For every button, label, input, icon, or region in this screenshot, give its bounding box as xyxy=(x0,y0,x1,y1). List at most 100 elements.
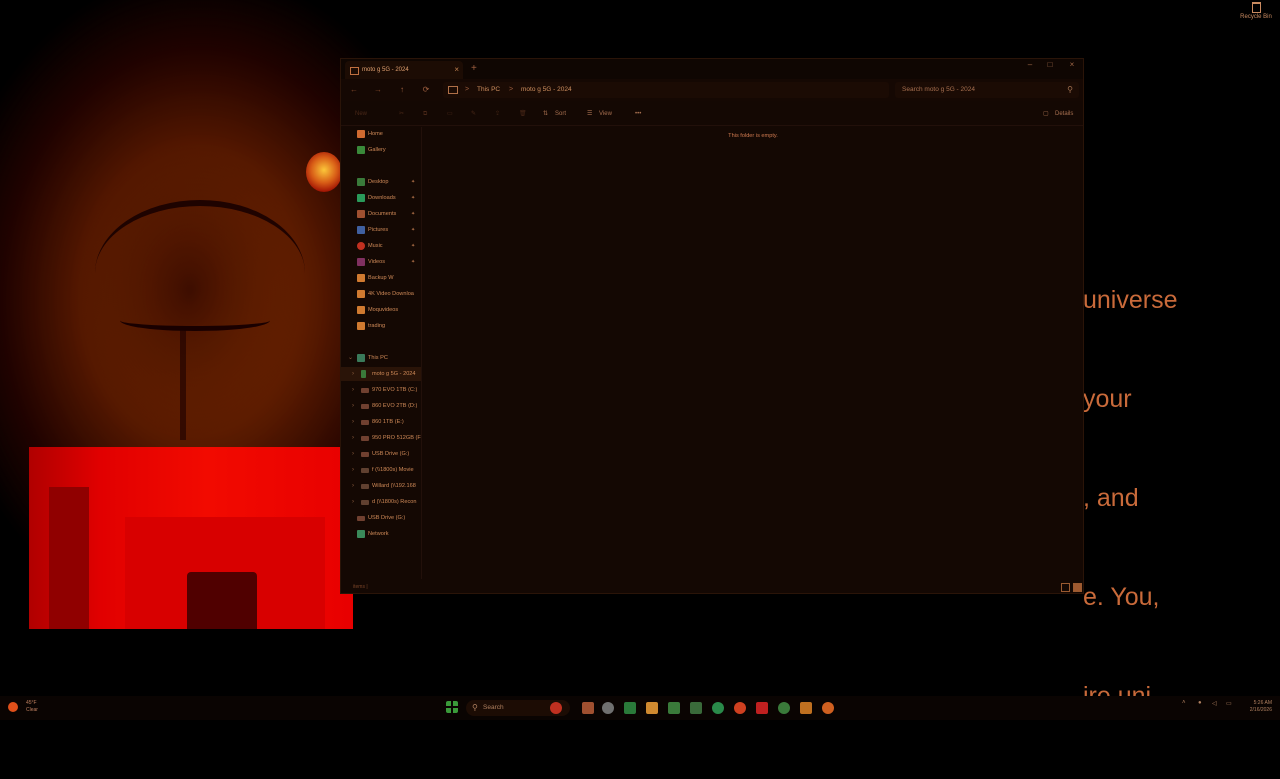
webcam-door xyxy=(49,487,89,629)
breadcrumb-this-pc[interactable]: This PC xyxy=(477,82,500,98)
app-icon[interactable] xyxy=(756,702,768,714)
maximize-button[interactable]: □ xyxy=(1039,59,1061,73)
sidebar-item-home[interactable]: Home xyxy=(341,127,421,141)
chevron-right-icon[interactable]: › xyxy=(352,447,354,461)
buddha-eye xyxy=(120,310,270,331)
view-button[interactable]: View xyxy=(599,103,612,125)
more-options-button[interactable]: ••• xyxy=(635,103,641,125)
tab-close-button[interactable]: × xyxy=(454,61,459,79)
app-icon[interactable] xyxy=(778,702,790,714)
sidebar-item-label: Desktop xyxy=(368,179,389,185)
tab-moto-g[interactable]: moto g 5G - 2024 × xyxy=(345,61,463,79)
chevron-right-icon[interactable]: › xyxy=(352,495,354,509)
sidebar-item-pictures[interactable]: Pictures ✦ xyxy=(341,223,421,237)
search-icon: ⚲ xyxy=(472,703,478,712)
cut-icon[interactable]: ✂ xyxy=(399,103,404,125)
app-icon[interactable] xyxy=(550,702,562,714)
chevron-right-icon[interactable]: › xyxy=(352,383,354,397)
sidebar-item-this-pc[interactable]: ⌄ This PC xyxy=(341,351,421,365)
sidebar-item-music[interactable]: Music ✦ xyxy=(341,239,421,253)
sort-button[interactable]: Sort xyxy=(555,103,566,125)
app-icon[interactable] xyxy=(822,702,834,714)
new-button[interactable]: New xyxy=(355,103,367,125)
details-icon: ▢ xyxy=(1043,111,1049,117)
sidebar-item-network-drive[interactable]: › f (\\1800s) Movie xyxy=(341,463,421,477)
chevron-right-icon[interactable]: › xyxy=(352,479,354,493)
app-icon[interactable] xyxy=(712,702,724,714)
share-icon[interactable]: ⇪ xyxy=(495,103,500,125)
breadcrumb[interactable]: > This PC > moto g 5G - 2024 xyxy=(443,82,889,98)
app-icon[interactable] xyxy=(582,702,594,714)
pin-icon: ✦ xyxy=(411,259,416,265)
app-icon[interactable] xyxy=(624,702,636,714)
gallery-icon xyxy=(357,146,365,154)
sidebar-item-moquvideos[interactable]: Moquvideos xyxy=(341,303,421,317)
chevron-right-icon[interactable]: › xyxy=(352,415,354,429)
sidebar-item-network-drive[interactable]: › d (\\1800s) Recon xyxy=(341,495,421,509)
new-tab-button[interactable]: + xyxy=(471,61,477,77)
details-button[interactable]: Details xyxy=(1055,103,1073,125)
paste-icon[interactable]: ▭ xyxy=(447,103,453,125)
file-list-area[interactable]: This folder is empty. xyxy=(422,127,1084,579)
sidebar-item-drive[interactable]: › 860 EVO 2TB (D:) xyxy=(341,399,421,413)
app-icon[interactable] xyxy=(690,702,702,714)
sidebar-item-usb-drive[interactable]: USB Drive (G:) xyxy=(341,511,421,525)
rename-icon[interactable]: ✎ xyxy=(471,103,476,125)
sidebar-item-label: USB Drive (G:) xyxy=(368,515,406,521)
file-explorer-icon[interactable] xyxy=(646,702,658,714)
sidebar-item-gallery[interactable]: Gallery xyxy=(341,143,421,157)
sidebar-item-label: 860 1TB (E:) xyxy=(372,419,404,425)
sidebar-item-label: 950 PRO 512GB (F xyxy=(372,435,421,441)
up-button[interactable]: ↑ xyxy=(395,83,409,97)
chevron-up-icon[interactable]: ˄ xyxy=(1182,700,1186,706)
sidebar-item-network-drive[interactable]: › Willard (\\192.168 xyxy=(341,479,421,493)
sidebar-item-documents[interactable]: Documents ✦ xyxy=(341,207,421,221)
speaker-icon[interactable]: ◁ xyxy=(1212,700,1217,707)
copy-icon[interactable]: ⧉ xyxy=(423,103,427,125)
minimize-button[interactable]: – xyxy=(1019,59,1041,73)
sidebar-item-trading[interactable]: trading xyxy=(341,319,421,333)
breadcrumb-moto-g[interactable]: moto g 5G - 2024 xyxy=(521,82,572,98)
chevron-right-icon[interactable]: › xyxy=(352,367,354,381)
sidebar-item-desktop[interactable]: Desktop ✦ xyxy=(341,175,421,189)
item-count: items | xyxy=(353,584,368,590)
clock[interactable]: 5:26 AM 2/16/2026 xyxy=(1240,700,1272,714)
recycle-bin[interactable]: Recycle Bin xyxy=(1238,2,1274,20)
app-icon[interactable] xyxy=(734,702,746,714)
search-input[interactable]: Search moto g 5G - 2024 ⚲ xyxy=(895,82,1079,98)
sidebar-item-drive[interactable]: › 860 1TB (E:) xyxy=(341,415,421,429)
chevron-right-icon[interactable]: › xyxy=(352,399,354,413)
status-bar: items | xyxy=(341,581,1083,593)
details-view-icon[interactable] xyxy=(1061,583,1070,592)
tiles-view-icon[interactable] xyxy=(1073,583,1082,592)
start-icon[interactable] xyxy=(446,701,458,713)
network-drive-icon xyxy=(361,468,369,473)
forward-button[interactable]: → xyxy=(371,83,385,97)
title-bar[interactable]: moto g 5G - 2024 × + – □ × xyxy=(341,59,1083,79)
sidebar-item-drive[interactable]: › USB Drive (G:) xyxy=(341,447,421,461)
chevron-right-icon[interactable]: › xyxy=(352,463,354,477)
chevron-right-icon[interactable]: › xyxy=(352,431,354,445)
sidebar-item-drive[interactable]: › 970 EVO 1TB (C:) xyxy=(341,383,421,397)
refresh-button[interactable]: ⟳ xyxy=(419,83,433,97)
sidebar-item-network[interactable]: Network xyxy=(341,527,421,541)
sidebar-item-drive[interactable]: › moto g 5G - 2024 xyxy=(341,367,421,381)
sidebar-item-backup[interactable]: Backup W xyxy=(341,271,421,285)
close-button[interactable]: × xyxy=(1061,59,1083,73)
settings-icon[interactable] xyxy=(602,702,614,714)
tab-label: moto g 5G - 2024 xyxy=(362,67,409,73)
sidebar-item-4k-video[interactable]: 4K Video Downloa xyxy=(341,287,421,301)
buddha-jewel xyxy=(306,152,342,192)
chevron-down-icon[interactable]: ⌄ xyxy=(348,351,353,365)
network-status-icon[interactable]: ▭ xyxy=(1226,700,1232,707)
back-button[interactable]: ← xyxy=(347,83,361,97)
sidebar-item-drive[interactable]: › 950 PRO 512GB (F xyxy=(341,431,421,445)
folder-icon xyxy=(357,322,365,330)
sort-icon: ⇅ xyxy=(543,111,549,117)
microphone-icon[interactable]: ● xyxy=(1198,700,1202,706)
sidebar-item-videos[interactable]: Videos ✦ xyxy=(341,255,421,269)
app-icon[interactable] xyxy=(800,702,812,714)
sidebar-item-downloads[interactable]: Downloads ✦ xyxy=(341,191,421,205)
app-icon[interactable] xyxy=(668,702,680,714)
delete-icon[interactable]: 🗑 xyxy=(519,103,527,125)
